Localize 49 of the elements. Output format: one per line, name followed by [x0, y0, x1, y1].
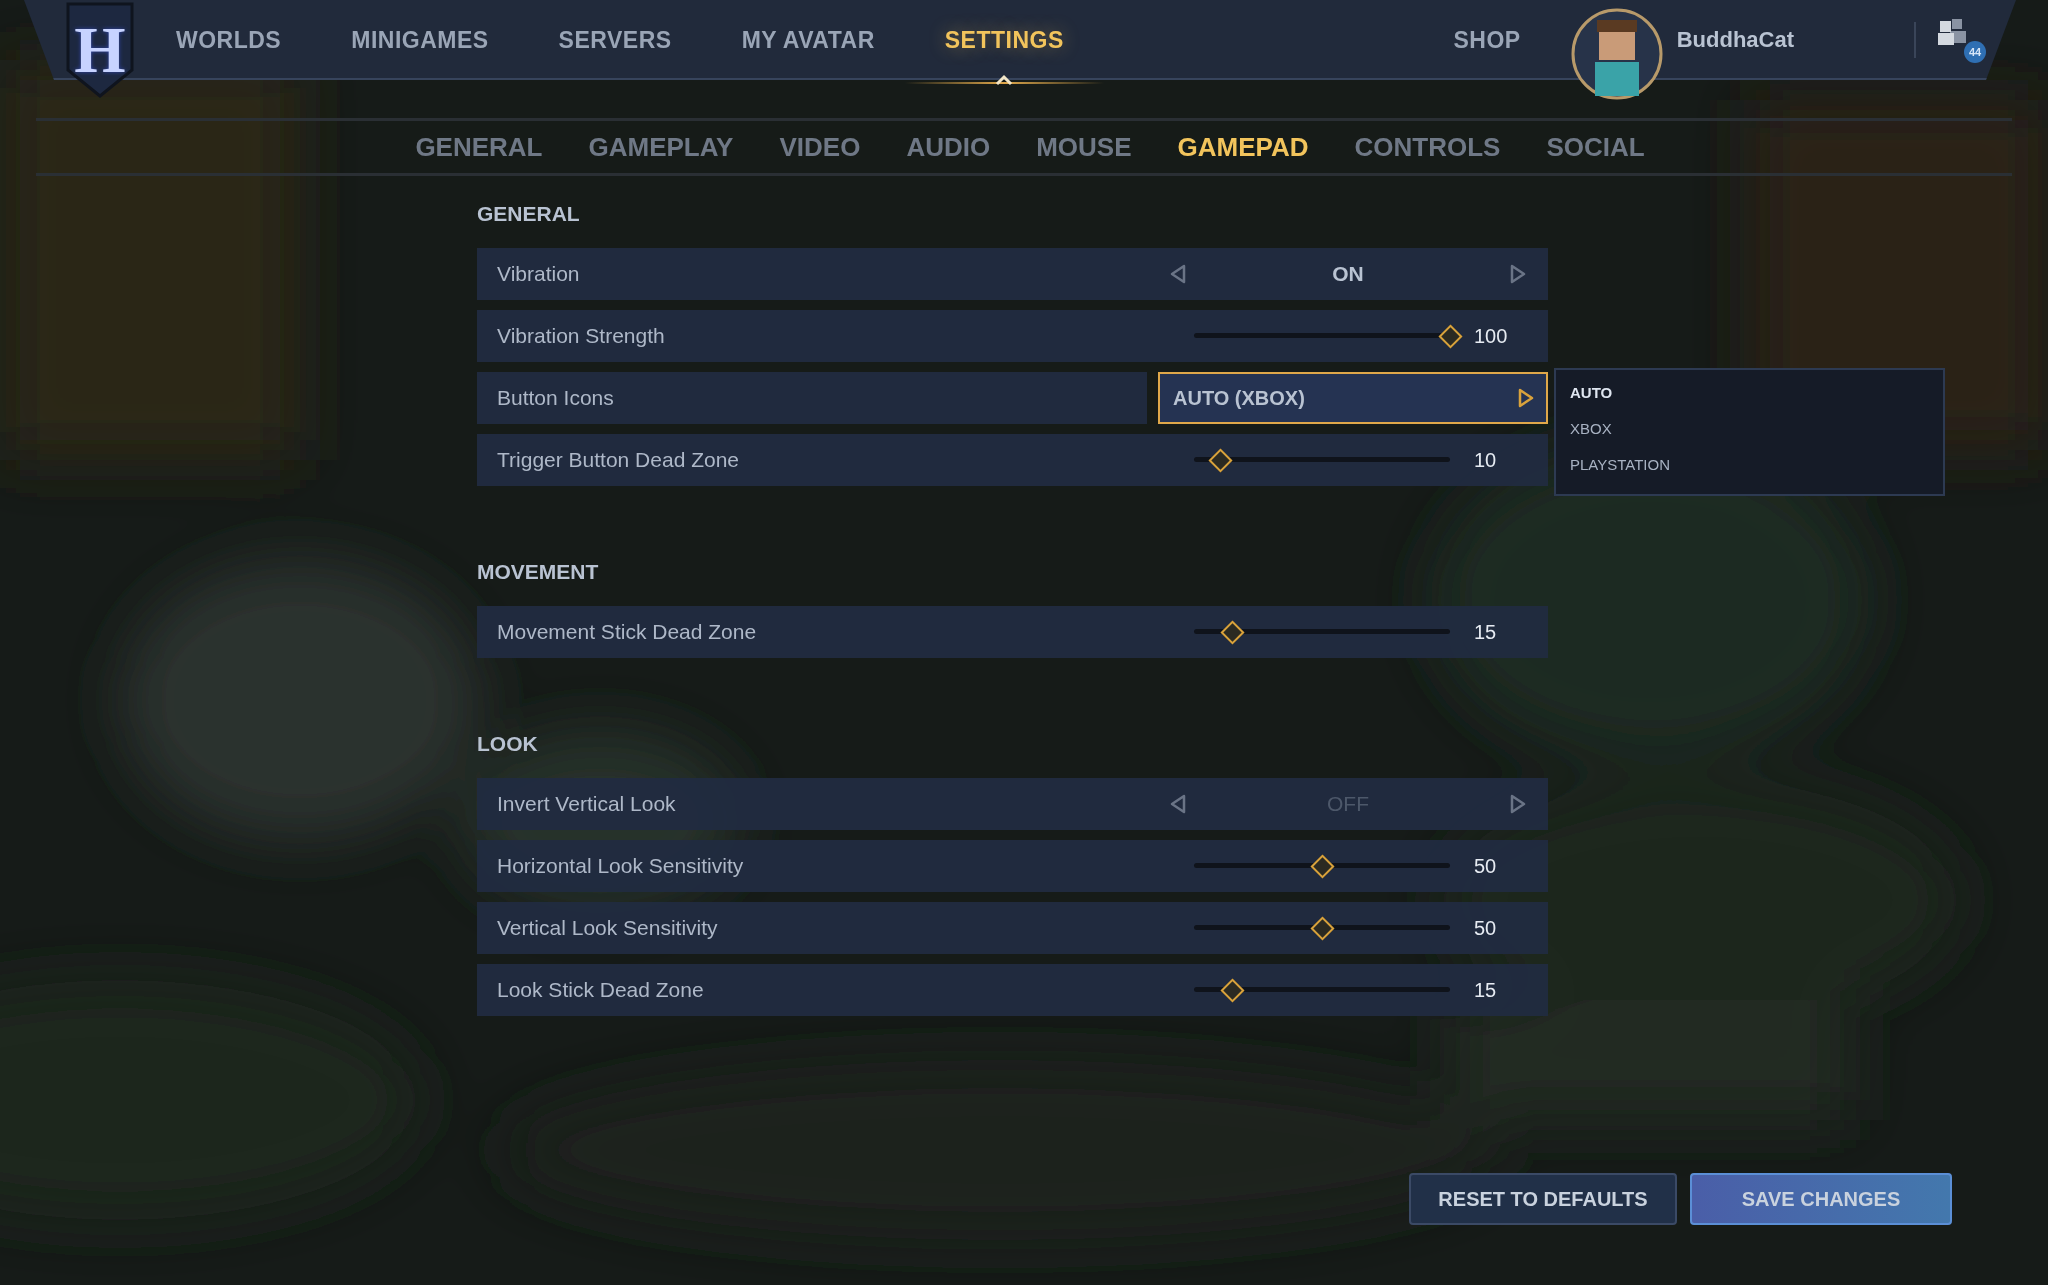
slider-value: 100 [1474, 324, 1509, 348]
setting-label: Trigger Button Dead Zone [497, 448, 740, 472]
dropdown-option[interactable]: PLAYSTATION [1556, 450, 1943, 486]
nav-tab[interactable]: SERVERS [558, 26, 672, 54]
dropdown[interactable]: AUTO (XBOX) [1158, 372, 1548, 424]
caret-icon [995, 73, 1014, 86]
save-button[interactable]: SAVE CHANGES [1690, 1173, 1952, 1225]
category-tab[interactable]: GAMEPAD [1177, 131, 1309, 163]
setting-label: Invert Vertical Look [497, 792, 676, 816]
friends-button[interactable]: 44 [1938, 17, 1986, 63]
setting-label: Movement Stick Dead Zone [497, 620, 757, 644]
friend-count-badge: 44 [1964, 41, 1986, 63]
category-tab[interactable]: VIDEO [779, 131, 861, 163]
previous-arrow-icon[interactable] [1168, 793, 1188, 815]
username: BuddhaCat [1676, 27, 1794, 53]
next-arrow-icon[interactable] [1508, 263, 1528, 285]
toggle-value: ON [1332, 262, 1364, 286]
section-title: LOOK [477, 732, 539, 756]
dropdown-option[interactable]: AUTO [1556, 378, 1943, 414]
next-arrow-icon[interactable] [1508, 793, 1528, 815]
slider-value: 15 [1474, 978, 1498, 1002]
category-tab[interactable]: MOUSE [1036, 131, 1132, 163]
category-tab[interactable]: GAMEPLAY [588, 131, 734, 163]
category-tab[interactable]: CONTROLS [1354, 131, 1501, 163]
section-title: MOVEMENT [477, 560, 600, 584]
previous-arrow-icon[interactable] [1168, 263, 1188, 285]
shop-link[interactable]: SHOP [1453, 26, 1521, 54]
slider-value: 15 [1474, 620, 1498, 644]
nav-tab[interactable]: MY AVATAR [741, 26, 875, 54]
dropdown-option[interactable]: XBOX [1556, 414, 1943, 450]
category-tab[interactable]: GENERAL [415, 131, 543, 163]
avatar[interactable] [1570, 8, 1663, 100]
category-tab[interactable]: AUDIO [906, 131, 991, 163]
dropdown-arrow-icon [1516, 387, 1536, 409]
category-tab[interactable]: SOCIAL [1546, 131, 1645, 163]
reset-button[interactable]: RESET TO DEFAULTS [1409, 1173, 1677, 1225]
setting-label: Vibration [497, 262, 580, 286]
setting-label: Button Icons [497, 386, 614, 410]
setting-label: Horizontal Look Sensitivity [497, 854, 744, 878]
setting-label: Look Stick Dead Zone [497, 978, 704, 1002]
slider-value: 50 [1474, 854, 1498, 878]
setting-label: Vibration Strength [497, 324, 665, 348]
section-title: GENERAL [477, 202, 581, 226]
nav-tab[interactable]: MINIGAMES [351, 26, 489, 54]
nav-tab[interactable]: WORLDS [176, 26, 282, 54]
setting-label: Vertical Look Sensitivity [497, 916, 718, 940]
nav-tab[interactable]: SETTINGS [944, 26, 1064, 54]
slider-value: 50 [1474, 916, 1498, 940]
slider-value: 10 [1474, 448, 1498, 472]
